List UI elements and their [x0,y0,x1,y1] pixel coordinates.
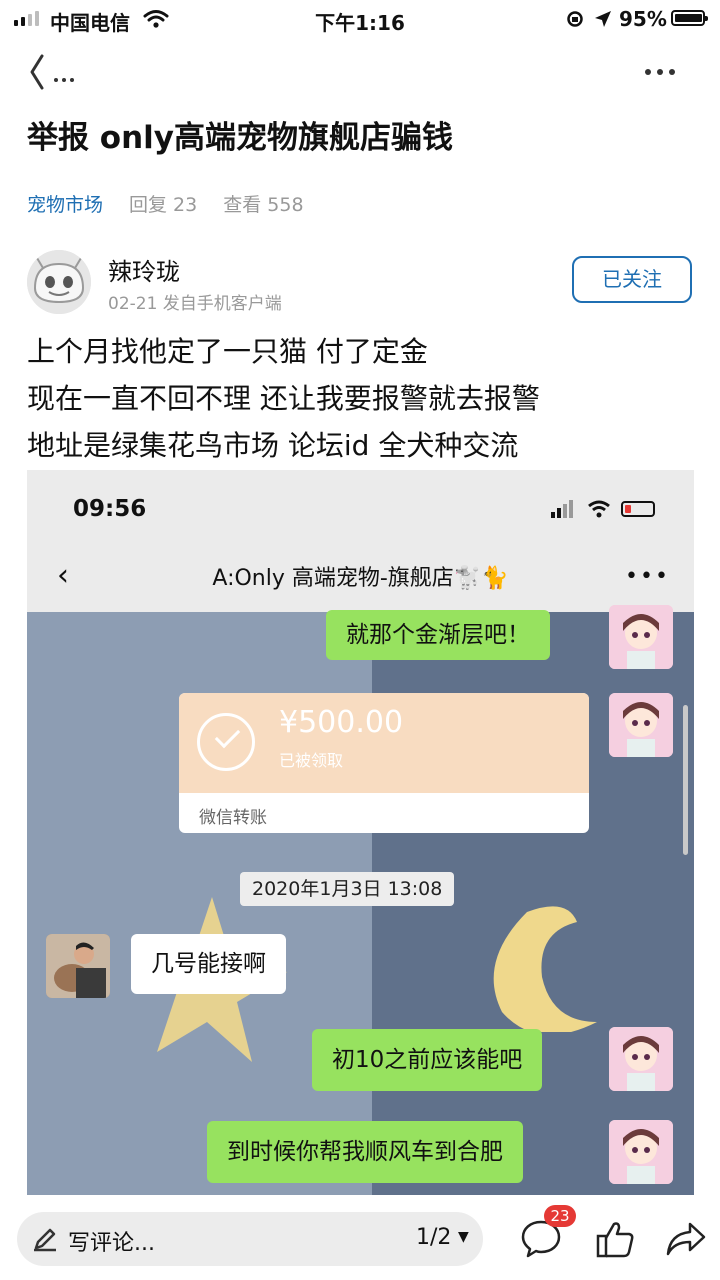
robot-avatar-icon [27,250,91,314]
transfer-label: 微信转账 [199,808,267,828]
anime-girl-avatar-icon [609,605,673,669]
screenshot-signal-icon [551,500,573,518]
rotation-lock-icon [567,11,583,27]
moon-decoration-icon [493,906,597,1032]
battery-percent: 95% [619,7,667,31]
anime-girl-avatar-icon [609,693,673,757]
chat-title: A:Only 高端宠物-旗舰店🐩🐈 [212,566,509,591]
contact-avatar[interactable] [46,934,110,998]
post-meta: 宠物市场 回复 23 查看 558 [27,190,304,217]
anime-girl-avatar-icon [609,1120,673,1184]
transfer-status: 已被领取 [279,751,344,770]
author-avatar[interactable] [27,250,91,314]
battery-icon [671,10,708,26]
page-selector[interactable]: 1/2 [416,1225,451,1250]
post-body-line: 地址是绿集花鸟市场 论坛id 全犬种交流 [27,429,519,462]
follow-button[interactable]: 已关注 [572,256,692,303]
person-with-dog-avatar-icon [46,934,110,998]
anime-girl-avatar-icon [609,1027,673,1091]
author-name[interactable]: 辣玲珑 [108,252,180,287]
check-icon [197,713,255,771]
status-bar: 中国电信 下午1:16 95% [0,0,720,40]
more-icon [645,69,675,75]
my-avatar[interactable] [609,1120,673,1184]
screenshot-battery-icon [621,501,655,517]
message-bubble-sent[interactable]: 到时候你帮我顺风车到合肥 [207,1121,523,1183]
message-bubble-received[interactable]: 几号能接啊 [131,934,286,994]
wechat-transfer-card[interactable]: ¥500.00 已被领取 微信转账 [179,693,589,833]
status-time: 下午1:16 [315,11,405,35]
scrollbar[interactable] [683,705,688,855]
post-body-line: 现在一直不回不理 还让我要报警就去报警 [27,382,540,415]
my-avatar[interactable] [609,605,673,669]
more-button[interactable] [644,64,676,83]
chat-timestamp: 2020年1月3日 13:08 [240,872,455,906]
screenshot-wifi-icon [588,500,610,518]
screenshot-more-icon: ••• [625,564,670,589]
post-body: 上个月找他定了一只猫 付了定金 现在一直不回不理 还让我要报警就去报警 地址是绿… [27,328,540,469]
post-body-line: 上个月找他定了一只猫 付了定金 [27,335,428,368]
post-date: 02-21 发自手机客户端 [108,294,282,314]
back-button[interactable] [28,52,78,101]
comment-count-badge: 23 [544,1205,576,1227]
comment-placeholder[interactable]: 写评论... [68,1225,155,1257]
share-icon[interactable] [664,1220,708,1258]
transfer-amount: ¥500.00 [279,705,404,740]
pen-icon [34,1228,56,1252]
back-icon [30,54,74,90]
view-count: 查看 558 [223,194,304,216]
location-icon [595,11,611,27]
chevron-down-icon[interactable]: ▼ [458,1229,469,1245]
reply-count: 回复 23 [129,194,198,216]
category-link[interactable]: 宠物市场 [27,190,103,217]
my-avatar[interactable] [609,693,673,757]
like-icon[interactable] [594,1218,636,1260]
post-title: 举报 only高端宠物旗舰店骗钱 [27,120,453,156]
attached-screenshot[interactable]: 09:56 ‹ A:Only 高端宠物-旗舰店🐩🐈 ••• 就那个金渐层吧！ ¥… [27,470,694,1195]
screenshot-time: 09:56 [73,496,147,522]
screenshot-header: 09:56 ‹ A:Only 高端宠物-旗舰店🐩🐈 ••• [27,470,694,612]
message-bubble-sent[interactable]: 初10之前应该能吧 [312,1029,543,1091]
screenshot-status-icons [551,500,655,518]
my-avatar[interactable] [609,1027,673,1091]
message-bubble-sent[interactable]: 就那个金渐层吧！ [326,610,550,660]
